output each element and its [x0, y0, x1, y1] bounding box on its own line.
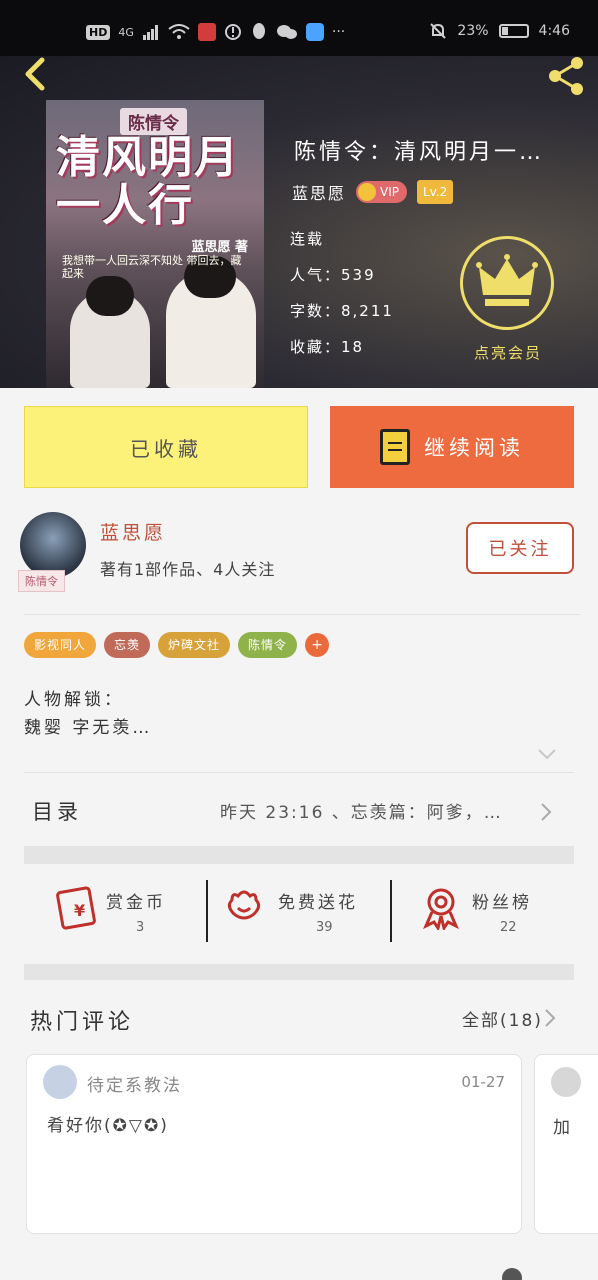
member-button[interactable]	[460, 236, 554, 330]
wechat-icon	[276, 25, 297, 39]
status-bar-right: 23% 4:46	[429, 22, 570, 40]
red-envelope-icon: ¥	[56, 886, 96, 930]
comment-text: 肴好你(✪▽✪)	[47, 1116, 169, 1136]
cover-title: 清风明月一人行	[56, 132, 240, 231]
divider	[24, 772, 574, 773]
comment-text: 加	[553, 1118, 570, 1138]
reward-coins-stat[interactable]: ¥ 赏金币 3	[50, 876, 200, 948]
toc-label: 目录	[32, 800, 82, 824]
signal-icon	[142, 25, 158, 40]
stat-separator	[390, 880, 392, 942]
cover-hair-left	[86, 276, 134, 316]
book-icon	[380, 429, 410, 465]
tag-item[interactable]: 陈情令	[238, 632, 298, 658]
author-card-name[interactable]: 蓝思愿	[100, 518, 166, 545]
author-avatar[interactable]	[20, 512, 86, 578]
cover-subtitle: 我想带一人回云深不知处 带回去，藏起来	[62, 254, 242, 280]
mute-bell-icon	[430, 23, 447, 39]
latest-chapter: 昨天 23:16 、忘羡篇：阿爹，…	[220, 803, 503, 823]
author-row: 蓝思愿 VIP Lv.2	[292, 180, 454, 204]
comment-card[interactable]: 加	[534, 1054, 598, 1234]
popularity: 人气：539	[290, 266, 376, 284]
book-header: 陈情令 清风明月一人行 蓝思愿 著 我想带一人回云深不知处 带回去，藏起来 陈情…	[0, 56, 598, 388]
stat-label: 免费送花	[278, 893, 358, 913]
commenter-avatar[interactable]	[43, 1065, 77, 1099]
svg-text:¥: ¥	[74, 901, 85, 920]
avatar-tag: 陈情令	[18, 570, 65, 592]
chevron-right-icon[interactable]	[544, 1008, 556, 1028]
chevron-down-icon[interactable]	[538, 748, 556, 760]
share-icon[interactable]	[544, 54, 588, 98]
free-flower-stat[interactable]: 免费送花 39	[224, 876, 384, 948]
bottom-partial-row	[0, 1264, 598, 1280]
comment-card[interactable]: 待定系教法 01-27 肴好你(✪▽✪)	[26, 1054, 522, 1234]
stat-label: 赏金币	[106, 893, 166, 913]
vip-coin-icon	[358, 183, 377, 201]
status-bar-left: HD 4G ···	[86, 22, 345, 42]
book-details: 已收藏 继续阅读 陈情令 蓝思愿 著有1部作品、4人关注 已关注 影视同人 忘羡…	[0, 388, 598, 1280]
cover-series-badge: 陈情令	[120, 108, 187, 135]
synopsis[interactable]: 人物解锁： 魏婴 字无羡…	[24, 686, 152, 742]
tag-more-button[interactable]: +	[305, 633, 330, 657]
signal-label: 4G	[118, 25, 134, 39]
more-notifications: ···	[331, 24, 346, 40]
author-card: 陈情令 蓝思愿 著有1部作品、4人关注 已关注	[0, 504, 598, 614]
tag-item[interactable]: 忘羡	[104, 632, 151, 658]
commenter-avatar[interactable]	[551, 1067, 581, 1097]
all-comments-link[interactable]: 全部(18)	[462, 1006, 543, 1031]
stat-value: 39	[316, 920, 333, 935]
tag-item[interactable]: 影视同人	[24, 632, 97, 658]
stats-row: ¥ 赏金币 3 免费送花 39 粉丝榜 22	[0, 876, 598, 948]
book-title: 陈情令：清风明月一…	[294, 140, 545, 165]
cover-author: 蓝思愿 著	[191, 240, 248, 255]
divider	[24, 614, 580, 615]
member-label[interactable]: 点亮会员	[468, 342, 548, 363]
stat-value: 22	[500, 920, 517, 935]
wifi-icon	[168, 24, 190, 39]
book-cover[interactable]: 陈情令 清风明月一人行 蓝思愿 著 我想带一人回云深不知处 带回去，藏起来	[46, 100, 264, 388]
crown-icon	[476, 254, 538, 306]
flower-icon	[227, 890, 261, 920]
back-arrow-icon[interactable]	[18, 56, 54, 92]
tag-list: 影视同人 忘羡 炉碑文社 陈情令 +	[24, 632, 330, 658]
alert-icon	[224, 24, 241, 40]
section-separator	[24, 846, 574, 864]
qq-icon	[252, 23, 265, 39]
commenter-name[interactable]: 待定系教法	[87, 1071, 182, 1096]
like-icon[interactable]	[502, 1268, 522, 1280]
follow-button[interactable]: 已关注	[466, 522, 574, 574]
clock: 4:46	[538, 23, 570, 39]
chevron-right-icon	[541, 803, 552, 821]
hd-indicator: HD	[86, 24, 111, 40]
serial-status: 连载	[290, 230, 325, 248]
favorites-count: 收藏：18	[290, 338, 365, 356]
fan-rank-stat[interactable]: 粉丝榜 22	[420, 876, 580, 948]
synopsis-line: 魏婴 字无羡…	[24, 718, 153, 738]
level-badge: Lv.2	[417, 180, 454, 204]
continue-reading-label: 继续阅读	[424, 436, 524, 460]
stat-separator	[206, 880, 208, 942]
status-bar: HD 4G ··· 23% 4:46	[0, 0, 598, 56]
collected-button[interactable]: 已收藏	[24, 406, 308, 488]
app-icon	[305, 23, 324, 41]
section-separator	[24, 964, 574, 980]
hot-comments-title: 热门评论	[30, 1010, 135, 1035]
author-name[interactable]: 蓝思愿	[292, 180, 346, 204]
mic-icon	[197, 23, 216, 41]
word-count: 字数：8,211	[290, 302, 394, 320]
synopsis-line: 人物解锁：	[24, 690, 124, 710]
stat-value: 3	[136, 920, 145, 935]
battery-icon	[498, 24, 529, 38]
stat-label: 粉丝榜	[472, 893, 532, 913]
comment-date: 01-27	[461, 1073, 505, 1091]
table-of-contents-row[interactable]: 目录 昨天 23:16 、忘羡篇：阿爹，…	[0, 774, 598, 846]
vip-label: VIP	[380, 185, 399, 199]
medal-icon	[423, 888, 459, 930]
battery-percent: 23%	[457, 23, 489, 39]
author-card-info: 著有1部作品、4人关注	[100, 560, 276, 579]
tag-item[interactable]: 炉碑文社	[158, 632, 231, 658]
vip-badge: VIP	[356, 181, 407, 203]
continue-reading-button[interactable]: 继续阅读	[330, 406, 574, 488]
